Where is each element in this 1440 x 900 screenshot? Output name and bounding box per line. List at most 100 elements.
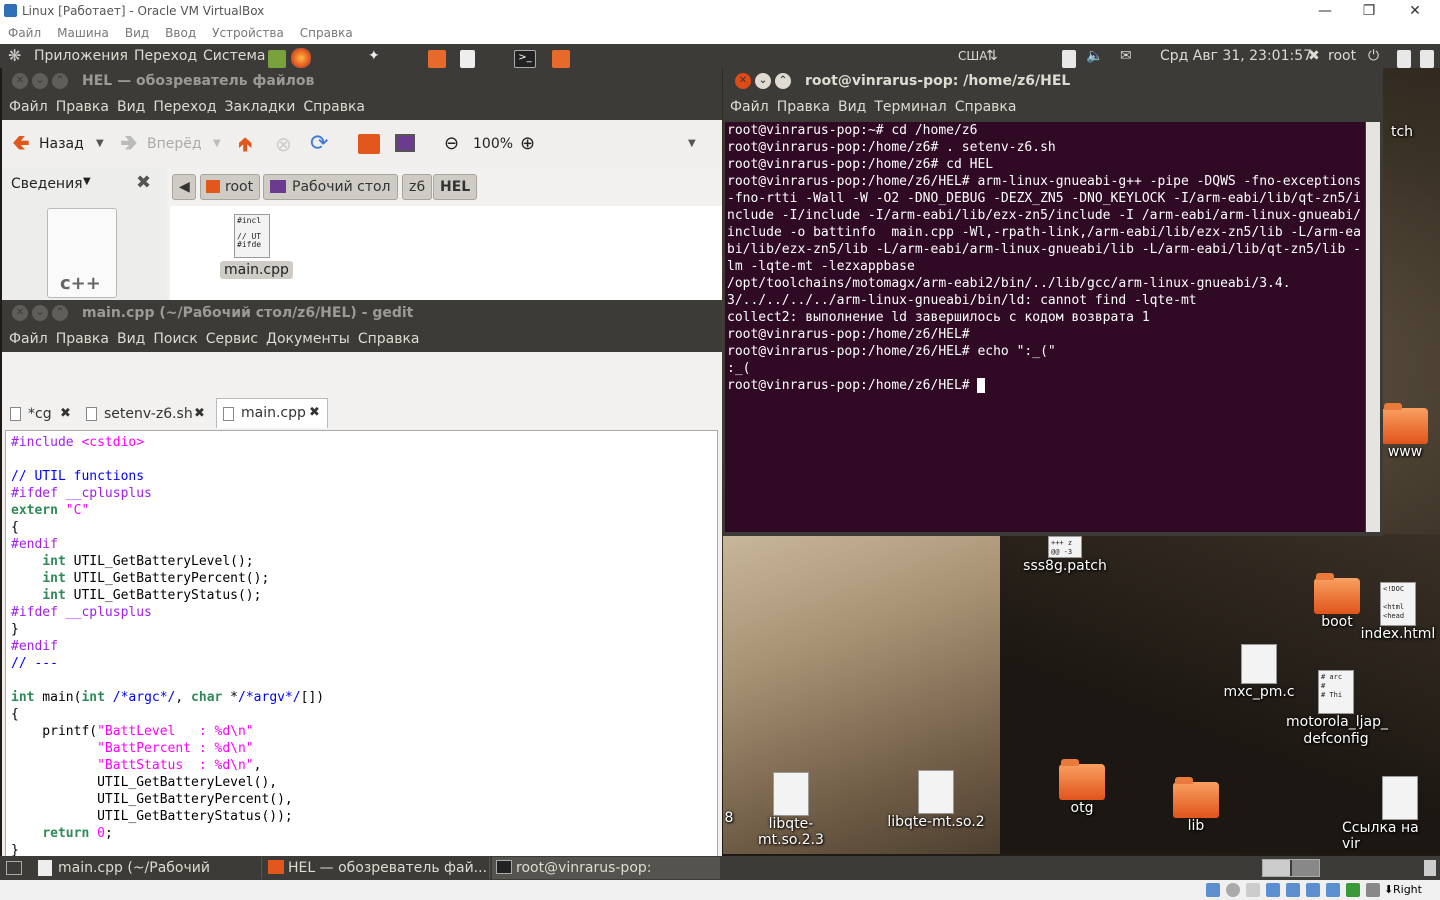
- firefox-icon[interactable]: [291, 48, 311, 68]
- nautilus-titlebar[interactable]: ✕ ⌄ ⌃ HEL — обозреватель файлов: [2, 68, 722, 94]
- trash-icon[interactable]: [1424, 860, 1436, 876]
- volume-icon[interactable]: 🔈: [1086, 44, 1103, 68]
- menu-tools[interactable]: Сервис: [206, 326, 258, 352]
- host-menu-devices[interactable]: Устройства: [212, 22, 284, 44]
- up-arrow-icon[interactable]: 🢁: [238, 120, 252, 168]
- menu-file[interactable]: Файл: [9, 94, 48, 120]
- desktop-file-mxc[interactable]: mxc_pm.c: [1222, 644, 1296, 700]
- notes-icon[interactable]: [1062, 50, 1076, 68]
- floppy-icon[interactable]: [1246, 883, 1260, 897]
- menu-system[interactable]: Система: [203, 44, 265, 68]
- mail-icon[interactable]: ✉: [1120, 44, 1132, 68]
- sidebar-close-icon[interactable]: ✖: [136, 172, 151, 193]
- maximize-icon[interactable]: ⌃: [52, 305, 68, 321]
- cpp-file-icon[interactable]: #incl // UT #ifde: [234, 214, 270, 258]
- stop-icon[interactable]: ⊗: [275, 120, 292, 168]
- view-chevron-down-icon[interactable]: ▼: [688, 120, 696, 168]
- folder-launcher-icon[interactable]: [428, 50, 446, 68]
- desktop-folder-www[interactable]: www: [1380, 403, 1430, 460]
- menu-view[interactable]: Вид: [117, 326, 145, 352]
- computer-icon[interactable]: [395, 134, 415, 152]
- menu-edit[interactable]: Правка: [56, 94, 109, 120]
- close-icon[interactable]: ✕: [735, 73, 751, 89]
- restore-button[interactable]: ❐: [1346, 0, 1392, 22]
- maximize-icon[interactable]: ⌃: [52, 73, 68, 89]
- forward-button[interactable]: Вперёд: [147, 120, 202, 168]
- network-icon[interactable]: ⇅: [986, 44, 998, 68]
- forward-history-chevron-icon[interactable]: ▼: [213, 120, 221, 168]
- audio-icon[interactable]: [1266, 883, 1280, 897]
- desktop-folder-boot[interactable]: boot: [1310, 573, 1364, 630]
- close-icon[interactable]: ✕: [12, 305, 28, 321]
- back-history-chevron-icon[interactable]: ▼: [96, 120, 104, 168]
- taskbar-nautilus[interactable]: HEL — обозреватель фай...: [264, 857, 490, 879]
- desktop-file-index[interactable]: <!DOC <html <head index.html: [1360, 582, 1436, 642]
- menu-edit[interactable]: Правка: [56, 326, 109, 352]
- close-button[interactable]: ✕: [1392, 0, 1438, 22]
- breadcrumb-left-icon[interactable]: ◀: [172, 174, 196, 200]
- text-editor-launcher-icon[interactable]: [460, 50, 475, 68]
- desktop-link-file[interactable]: Ссылка на vir: [1342, 776, 1440, 852]
- user-name[interactable]: root: [1328, 44, 1356, 68]
- minimize-icon[interactable]: ⌄: [755, 73, 771, 89]
- network-adapter-icon[interactable]: [1286, 883, 1300, 897]
- minimize-icon[interactable]: ⌄: [32, 305, 48, 321]
- terminal-output[interactable]: root@vinrarus-pop:~# cd /home/z6 root@vi…: [725, 122, 1365, 532]
- mouse-integration-icon[interactable]: [1366, 883, 1380, 897]
- gedit-titlebar[interactable]: ✕ ⌄ ⌃ main.cpp (~/Рабочий стол/z6/HEL) -…: [2, 300, 722, 326]
- host-menu-machine[interactable]: Машина: [57, 22, 109, 44]
- breadcrumb-root[interactable]: root: [200, 174, 261, 200]
- desktop-folder-otg[interactable]: otg: [1056, 759, 1108, 816]
- minimize-button[interactable]: —: [1302, 0, 1348, 22]
- hdd-icon[interactable]: [1206, 883, 1220, 897]
- menu-file[interactable]: Файл: [9, 326, 48, 352]
- host-menu-file[interactable]: Файл: [8, 22, 41, 44]
- taskbar-gedit[interactable]: main.cpp (~/Рабочий стол...: [34, 857, 262, 898]
- tab-main-cpp[interactable]: main.cpp ✖: [216, 398, 328, 428]
- maximize-icon[interactable]: ⌃: [775, 73, 791, 89]
- menu-help[interactable]: Справка: [955, 94, 1017, 120]
- host-menu-input[interactable]: Ввод: [165, 22, 196, 44]
- menu-view[interactable]: Вид: [838, 94, 866, 120]
- menu-edit[interactable]: Правка: [777, 94, 830, 120]
- code-editor[interactable]: #include <cstdio> // UTIL functions #ifd…: [5, 430, 718, 886]
- tab-cg[interactable]: *cg ✖: [4, 400, 78, 428]
- sidebar-chevron-down-icon[interactable]: ▼: [83, 176, 91, 187]
- file-label[interactable]: main.cpp: [220, 261, 293, 279]
- forward-arrow-icon[interactable]: 🢂: [120, 120, 138, 168]
- menu-go[interactable]: Переход: [153, 94, 216, 120]
- host-menu-help[interactable]: Справка: [300, 22, 353, 44]
- doc-applet-2-icon[interactable]: [1420, 50, 1434, 68]
- desktop-folder-lib[interactable]: lib: [1170, 777, 1222, 834]
- shared-folders-icon[interactable]: [1326, 883, 1340, 897]
- breadcrumb-z6[interactable]: z6: [402, 174, 433, 200]
- sidebar-title[interactable]: Сведения: [11, 176, 83, 192]
- breadcrumb-desktop[interactable]: Рабочий стол: [263, 174, 398, 200]
- minimize-icon[interactable]: ⌄: [32, 73, 48, 89]
- terminal-titlebar[interactable]: ✕ ⌄ ⌃ root@vinrarus-pop: /home/z6/HEL: [723, 68, 1383, 94]
- close-icon[interactable]: ✕: [12, 73, 28, 89]
- taskbar-terminal[interactable]: root@vinrarus-pop: /home/z...: [492, 857, 720, 898]
- tab-setenv[interactable]: setenv-z6.sh ✖: [80, 400, 214, 428]
- back-arrow-icon[interactable]: 🢀: [12, 120, 30, 168]
- menu-places[interactable]: Переход: [134, 44, 197, 68]
- usb-icon[interactable]: [1306, 883, 1320, 897]
- desktop-file-libqte2[interactable]: libqte-mt.so.2: [886, 770, 986, 830]
- doc-applet-icon[interactable]: [1397, 50, 1411, 68]
- zoom-out-icon[interactable]: ⊖: [444, 120, 459, 168]
- terminal-scrollbar[interactable]: [1366, 122, 1380, 532]
- tab-close-icon[interactable]: ✖: [194, 400, 205, 428]
- menu-help[interactable]: Справка: [303, 94, 365, 120]
- zoom-in-icon[interactable]: ⊕: [520, 120, 535, 168]
- virtualization-icon[interactable]: [1346, 883, 1360, 897]
- menu-help[interactable]: Справка: [358, 326, 420, 352]
- desktop-file-libqte23[interactable]: libqte-mt.so.2.3: [738, 772, 844, 848]
- desktop-file-sss8g[interactable]: +++ z @@ -3 sss8g.patch: [1020, 536, 1110, 574]
- reload-icon[interactable]: ⟳: [310, 120, 328, 168]
- menu-documents[interactable]: Документы: [266, 326, 350, 352]
- keyboard-layout[interactable]: США: [958, 44, 987, 68]
- menu-terminal[interactable]: Терминал: [874, 94, 946, 120]
- menu-file[interactable]: Файл: [730, 94, 769, 120]
- tab-close-icon[interactable]: ✖: [60, 400, 71, 428]
- menu-bookmarks[interactable]: Закладки: [225, 94, 296, 120]
